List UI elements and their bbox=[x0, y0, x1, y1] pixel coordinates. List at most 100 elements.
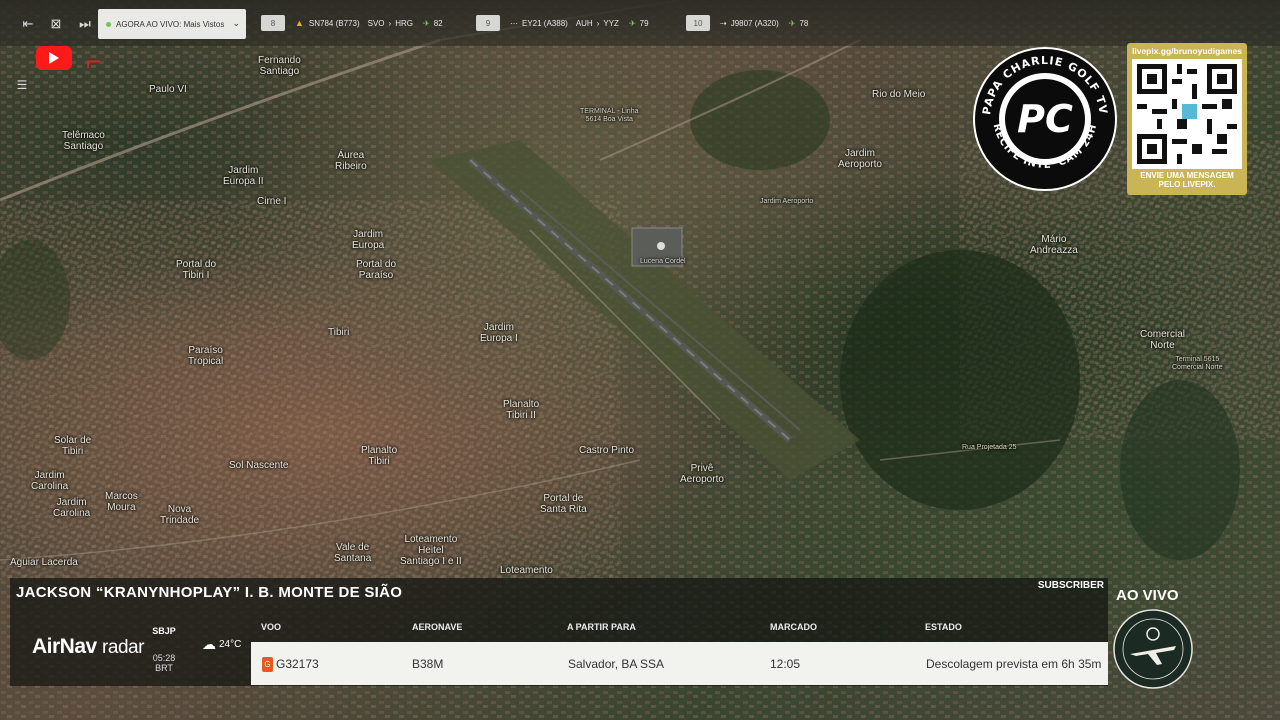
flight-origin: SVO bbox=[367, 18, 385, 28]
skip-next-icon[interactable]: ⏭ bbox=[77, 16, 93, 32]
map-label: Marcos Moura bbox=[105, 491, 138, 513]
list-icon[interactable]: ☰ bbox=[12, 78, 32, 94]
airport-pin-icon[interactable] bbox=[657, 242, 665, 250]
papa-charlie-golf-logo: PC PAPA CHARLIE GOLF TV RECIFE INTL' CAM… bbox=[973, 47, 1117, 191]
map-label: Jardim Europa I bbox=[480, 322, 518, 344]
map-label: Privê Aeroporto bbox=[680, 463, 724, 485]
plane-icon: ✈ bbox=[628, 18, 636, 28]
livepix-url: livepix.gg/brunoyudigames bbox=[1131, 46, 1243, 56]
map-label: Jardim Carolina bbox=[53, 497, 91, 519]
map-label: Aguiar Lacerda bbox=[10, 557, 78, 568]
flight-viewers: 79 bbox=[639, 18, 649, 28]
live-now-select[interactable]: AGORA AO VIVO: Mais Vistos ⌄ bbox=[98, 9, 246, 39]
map-label: Portal do Paraíso bbox=[356, 259, 397, 281]
subscriber-label: SUBSCRIBER bbox=[1037, 580, 1104, 591]
brand-name: AirNav bbox=[32, 635, 97, 658]
map-label: Portal de Santa Rita bbox=[540, 493, 587, 515]
map-label: Jardim Aeroporto bbox=[838, 148, 882, 170]
live-select-label: AGORA AO VIVO: Mais Vistos bbox=[116, 19, 225, 29]
flight-item[interactable]: 8 ▲ SN784 (B773) SVO › HRG ✈ 82 bbox=[261, 15, 443, 31]
chevron-down-icon: ⌄ bbox=[232, 18, 240, 28]
live-label: AO VIVO bbox=[1116, 587, 1179, 604]
map-label: Comercial Norte bbox=[1140, 329, 1186, 351]
map-label: Nova Trindade bbox=[160, 504, 200, 526]
flight-info-panel: JACKSON “KRANYNHOPLAY” I. B. MONTE DE SI… bbox=[10, 578, 1108, 686]
map-label: Jardim Aeroporto bbox=[760, 198, 814, 205]
map-label: Terminal 5615 Comercial Norte bbox=[1172, 356, 1223, 371]
column-header-aircraft: AERONAVE bbox=[412, 622, 463, 632]
map-label: Rio do Meio bbox=[872, 89, 926, 100]
map-label: Cirne I bbox=[257, 196, 287, 207]
flight-viewers: 78 bbox=[799, 18, 809, 28]
plane-icon: ✈ bbox=[422, 18, 430, 28]
arrow-right-icon: › bbox=[596, 18, 600, 28]
aircraft-type: B38M bbox=[412, 657, 444, 671]
flight-number: G32173 bbox=[276, 657, 319, 671]
column-header-flight: VOO bbox=[261, 622, 282, 632]
plane-small-icon: ⇢ bbox=[720, 18, 727, 28]
map-label: Jardim Carolina bbox=[31, 470, 69, 492]
map-label: Loteamento Heitel Santiago I e II bbox=[400, 534, 462, 567]
scheduled-time: 12:05 bbox=[770, 657, 801, 671]
local-time: 05:28 BRT bbox=[152, 653, 176, 673]
map-label: Planalto Tibiri bbox=[361, 445, 398, 467]
station-code: SBJP bbox=[152, 626, 176, 636]
cloud-sun-icon: ☁ bbox=[202, 636, 216, 652]
svg-text:PC: PC bbox=[1017, 97, 1073, 141]
map-label: Planalto Tibiri II bbox=[503, 399, 540, 421]
flight-item[interactable]: 9 ⋯ EY21 (A388) AUH › YYZ ✈ 79 bbox=[476, 15, 649, 31]
flight-callsign: SN784 (B773) bbox=[308, 18, 360, 28]
close-window-icon[interactable]: ⊠ bbox=[48, 16, 64, 32]
map-label: Castro Pinto bbox=[579, 445, 635, 456]
route-destination: Salvador, BA SSA bbox=[568, 657, 665, 671]
collapse-icon[interactable]: ⇤ bbox=[20, 16, 36, 32]
flight-callsign: EY21 (A388) bbox=[522, 18, 568, 28]
map-label: Loteamento bbox=[500, 565, 553, 576]
streamer-name: JACKSON “KRANYNHOPLAY” I. B. MONTE DE SI… bbox=[16, 584, 403, 601]
flight-rank: 8 bbox=[261, 15, 285, 31]
map-label: Jardim Europa bbox=[352, 229, 385, 251]
flight-status: Descolagem prevista em 6h 35m bbox=[926, 657, 1102, 671]
flight-destination: HRG bbox=[395, 18, 413, 28]
column-header-scheduled: MARCADO bbox=[770, 622, 817, 632]
top-bar: ⇤ ⊠ ⏭ AGORA AO VIVO: Mais Vistos ⌄ 8 ▲ S… bbox=[0, 0, 1280, 46]
flight-viewers: 82 bbox=[433, 18, 443, 28]
map-label: Rua Projetada 25 bbox=[962, 444, 1017, 451]
signal-icon: ⋯ bbox=[510, 18, 518, 28]
column-header-route: A PARTIR PARA bbox=[567, 622, 636, 632]
brand-suffix: radar bbox=[102, 637, 144, 658]
flight-callsign: J9807 (A320) bbox=[730, 18, 779, 28]
map-label: Vale de Santana bbox=[334, 542, 372, 564]
arrow-right-icon: › bbox=[388, 18, 392, 28]
flight-rank: 10 bbox=[686, 15, 710, 31]
map-label: Sol Nascente bbox=[229, 460, 289, 471]
map-label: Paraíso Tropical bbox=[188, 345, 224, 367]
map-label: Jardim Europa II bbox=[223, 165, 264, 187]
weather: ☁ 24°C bbox=[202, 636, 241, 653]
map-label: Paulo VI bbox=[149, 84, 187, 95]
livepix-qr-panel[interactable]: livepix.gg/brunoyudigames ENVIE UMA MENS… bbox=[1127, 43, 1247, 195]
temperature: 24°C bbox=[219, 639, 242, 650]
flight-destination: YYZ bbox=[603, 18, 619, 28]
map-label: Solar de Tibiri bbox=[54, 435, 92, 457]
map-label: Áurea Ribeiro bbox=[335, 150, 367, 172]
table-row[interactable]: G G32173 B38M Salvador, BA SSA 12:05 Des… bbox=[251, 642, 1108, 685]
map-label: Tibiri bbox=[328, 327, 350, 338]
column-header-status: ESTADO bbox=[925, 622, 962, 632]
youtube-icon[interactable] bbox=[36, 46, 72, 70]
flight-rank: 9 bbox=[476, 15, 500, 31]
livepix-message: ENVIE UMA MENSAGEM PELO LIVEPIX. bbox=[1140, 171, 1234, 189]
map-label: TERMINAL - Linha 5614 Boa Vista bbox=[580, 108, 639, 123]
spotter-badge-logo bbox=[1113, 609, 1193, 689]
red-logo-mark: ⌐ bbox=[86, 46, 102, 76]
flight-item[interactable]: 10 ⇢ J9807 (A320) ✈ 78 bbox=[686, 15, 808, 31]
airline-logo-icon: G bbox=[262, 657, 273, 672]
map-label: Telêmaco Santiago bbox=[62, 130, 105, 152]
live-dot-icon bbox=[106, 21, 111, 27]
flight-origin: AUH bbox=[575, 18, 593, 28]
map-label: Portal do Tibiri I bbox=[176, 259, 217, 281]
plane-icon: ✈ bbox=[788, 18, 796, 28]
warning-icon: ▲ bbox=[295, 18, 304, 28]
map-label: Lucena Cordel bbox=[640, 258, 686, 265]
map-label: Fernando Santiago bbox=[258, 55, 301, 77]
